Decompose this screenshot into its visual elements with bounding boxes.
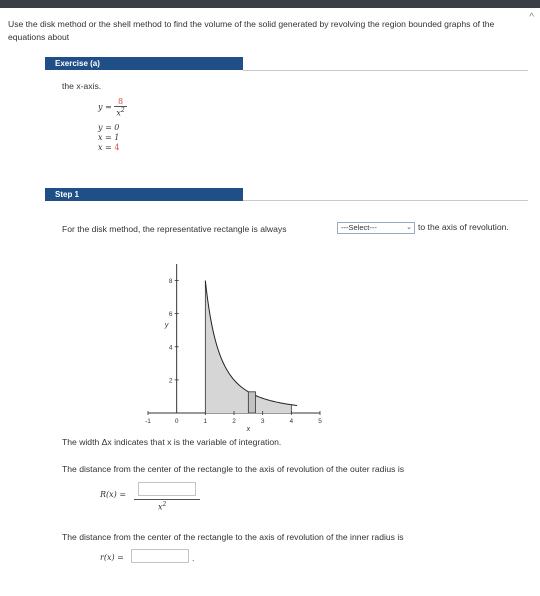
x-tick-label: 1 xyxy=(204,418,208,425)
scroll-up-icon[interactable]: ^ xyxy=(529,12,534,23)
outer-radius-label: R(x) = xyxy=(100,490,127,499)
step1-header: Step 1 xyxy=(45,188,243,201)
eq1-denominator: x2 xyxy=(114,107,126,118)
exercise-header: Exercise (a) xyxy=(45,57,243,70)
problem-statement: Use the disk method or the shell method … xyxy=(8,19,495,42)
exercise-divider xyxy=(243,70,528,71)
step1-divider xyxy=(243,200,528,201)
eq4-lhs: x = xyxy=(98,143,112,152)
orientation-select[interactable]: ---Select--- ⌄ xyxy=(337,222,415,234)
x-axis-label: x xyxy=(246,426,251,433)
y-tick-label: 8 xyxy=(169,278,173,285)
select-value: ---Select--- xyxy=(341,223,377,232)
axis-of-revolution-text: to the axis of revolution. xyxy=(418,222,509,232)
equation-y-zero: y = 0 xyxy=(98,123,120,132)
y-tick-label: 6 xyxy=(169,311,173,318)
equation-y-fraction: y = 8 x2 xyxy=(98,97,127,118)
inner-radius-text: The distance from the center of the rect… xyxy=(62,532,404,542)
inner-radius-period: . xyxy=(192,553,195,563)
y-tick-label: 4 xyxy=(169,344,173,351)
x-tick-label: 5 xyxy=(318,418,322,425)
y-tick-label: 2 xyxy=(169,377,173,384)
eq1-lhs: y = xyxy=(98,102,112,112)
outer-radius-denominator: x2 xyxy=(158,501,166,512)
R-den-exp: 2 xyxy=(162,501,167,508)
top-bar xyxy=(0,0,540,8)
disk-method-sentence: For the disk method, the representative … xyxy=(62,224,287,234)
origin-label: 0 xyxy=(175,418,179,425)
width-text: The width Δx indicates that x is the var… xyxy=(62,437,282,447)
eq1-fraction: 8 x2 xyxy=(114,97,127,118)
representative-rectangle xyxy=(247,391,256,414)
x-tick-label: 3 xyxy=(261,418,265,425)
chevron-down-icon: ⌄ xyxy=(406,224,412,231)
eq1-den-exp: 2 xyxy=(120,107,125,114)
equation-x-one: x = 1 xyxy=(98,133,120,142)
y-axis-label: y xyxy=(164,322,169,329)
outer-radius-numerator-input[interactable] xyxy=(138,482,196,496)
region-graph: -1 1 2 3 4 5 0 2 4 6 8 x y xyxy=(145,264,322,433)
x-tick-label: 4 xyxy=(290,418,294,425)
eq1-numerator: 8 xyxy=(114,97,127,107)
axis-text: the x-axis. xyxy=(62,81,102,91)
outer-radius-text: The distance from the center of the rect… xyxy=(62,464,405,474)
inner-radius-label: r(x) = xyxy=(100,553,124,562)
inner-radius-input[interactable] xyxy=(131,549,189,563)
outer-radius-fraction-bar xyxy=(134,499,200,500)
eq4-value: 4 xyxy=(114,143,120,152)
x-tick-label: -1 xyxy=(145,418,151,425)
x-tick-label: 2 xyxy=(232,418,236,425)
equation-x-four: x = 4 xyxy=(98,143,119,152)
